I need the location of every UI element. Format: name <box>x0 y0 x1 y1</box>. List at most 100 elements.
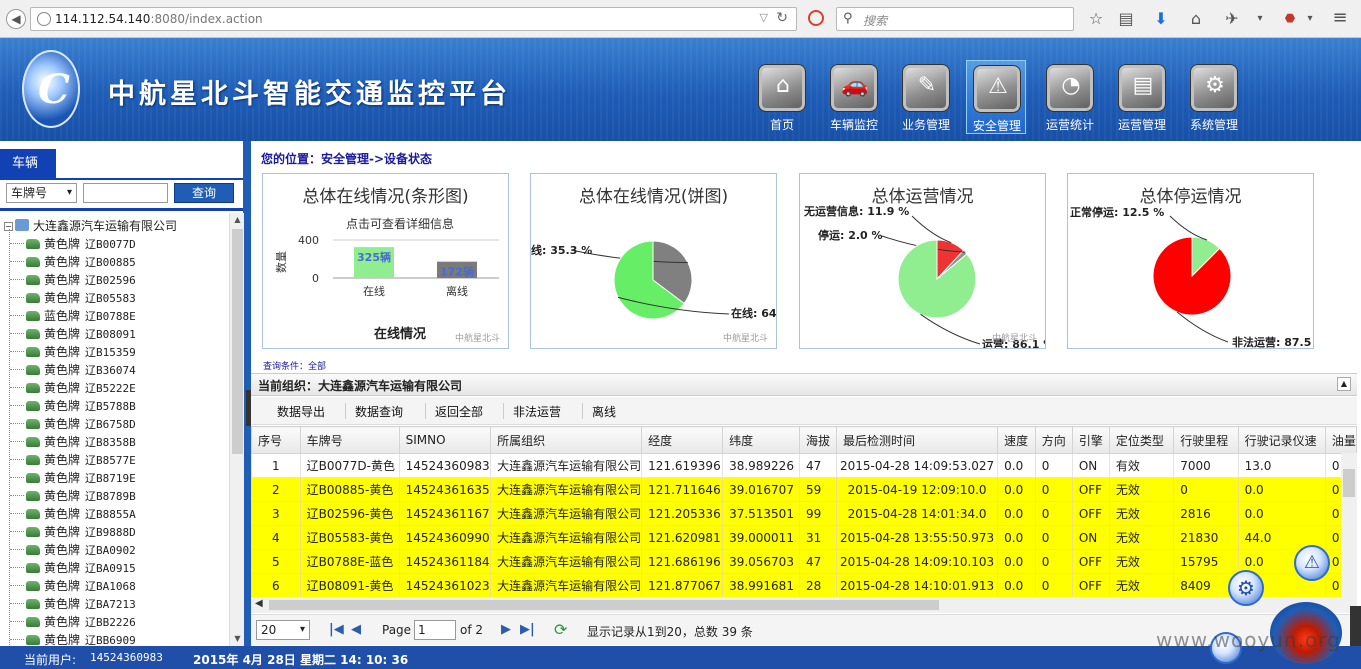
nav-item-1[interactable]: 🚗 车辆监控 <box>824 60 884 134</box>
reading-list-icon[interactable]: ▤ <box>1116 9 1136 28</box>
refresh-icon[interactable]: ⟳ <box>554 620 567 639</box>
grid-horizontal-scrollbar[interactable]: ◀ <box>251 597 1357 613</box>
tree-vehicle-item[interactable]: 黄色牌 辽B0077D <box>10 235 136 253</box>
tree-vehicle-item[interactable]: 黄色牌 辽B8855A <box>10 505 136 523</box>
tree-vehicle-item[interactable]: 蓝色牌 辽B0788E <box>10 307 136 325</box>
scroll-down-icon[interactable]: ▼ <box>230 632 245 646</box>
tree-vehicle-item[interactable]: 黄色牌 辽B5788B <box>10 397 136 415</box>
column-header[interactable]: 序号 <box>251 426 301 454</box>
tree-vehicle-item[interactable]: 黄色牌 辽B8789B <box>10 487 136 505</box>
tree-root[interactable]: − 大连鑫源汽车运输有限公司 <box>4 217 177 234</box>
nav-item-2[interactable]: ✎ 业务管理 <box>896 60 956 134</box>
scroll-thumb[interactable] <box>1343 469 1355 497</box>
bookmark-star-icon[interactable]: ☆ <box>1086 9 1106 28</box>
address-bar[interactable]: 114.112.54.140:8080/index.action ▽ ↻ <box>30 7 797 31</box>
tree-vehicle-item[interactable]: 黄色牌 辽B00885 <box>10 253 136 271</box>
reload-icon[interactable]: ↻ <box>776 10 788 26</box>
online-bar-chart[interactable]: 点击可查看详细信息 400 0 数量 325辆在线 172辆离线在线情况 <box>263 174 508 348</box>
table-row[interactable]: 4 辽B05583-黄色 14524360990 大连鑫源汽车运输有限公司 121.62… <box>251 525 1357 550</box>
column-header[interactable]: 纬度 <box>722 426 800 454</box>
scroll-thumb[interactable] <box>269 600 939 610</box>
page-number-input[interactable]: 1 <box>414 620 456 640</box>
tree-vehicle-item[interactable]: 黄色牌 辽B05583 <box>10 289 136 307</box>
toolbar-button-0[interactable]: 数据导出 <box>277 403 325 420</box>
chevron-down-icon[interactable]: ▾ <box>1250 13 1270 24</box>
column-header[interactable]: 行驶里程 <box>1173 426 1239 454</box>
scroll-thumb[interactable] <box>232 229 243 454</box>
first-page-icon[interactable]: |◀ <box>329 622 344 637</box>
online-pie-chart[interactable]: 线: 35.3 % 在线: 64. <box>531 174 776 348</box>
tree-vehicle-item[interactable]: 黄色牌 辽B8358B <box>10 433 136 451</box>
tree-vehicle-item[interactable]: 黄色牌 辽BB2226 <box>10 613 136 631</box>
nav-item-0[interactable]: ⌂ 首页 <box>752 60 812 134</box>
plate-number: 辽B15359 <box>85 346 136 359</box>
plate-search-input[interactable] <box>83 183 168 203</box>
column-header[interactable]: 引擎 <box>1071 426 1110 454</box>
column-header[interactable]: 定位类型 <box>1108 426 1175 454</box>
column-header[interactable]: 油量 <box>1324 426 1357 454</box>
column-header[interactable]: 最后检测时间 <box>836 426 999 454</box>
collapse-up-icon[interactable]: ▲ <box>1337 377 1351 391</box>
table-row[interactable]: 2 辽B00885-黄色 14524361635 大连鑫源汽车运输有限公司 121.71… <box>251 477 1357 502</box>
toolbar-button-3[interactable]: 非法运营 <box>513 403 561 420</box>
back-icon[interactable]: ◀ <box>6 9 26 29</box>
tree-vehicle-item[interactable]: 黄色牌 辽BA0902 <box>10 541 136 559</box>
tree-vehicle-item[interactable]: 黄色牌 辽BA7213 <box>10 595 136 613</box>
tree-vehicle-item[interactable]: 黄色牌 辽B8719E <box>10 469 136 487</box>
nav-item-6[interactable]: ⚙ 系统管理 <box>1184 60 1244 134</box>
grid-vertical-scrollbar[interactable] <box>1341 453 1357 597</box>
page-size-select[interactable]: 20 ▾ <box>256 620 310 640</box>
column-header[interactable]: 所属组织 <box>490 426 643 454</box>
column-header[interactable]: 经度 <box>641 426 724 454</box>
home-icon[interactable]: ⌂ <box>1186 9 1206 28</box>
menu-icon[interactable]: ≡ <box>1330 7 1350 28</box>
adblock-icon[interactable]: ⬣ <box>1280 11 1300 25</box>
filter-select[interactable]: 车牌号 ▾ <box>6 183 77 203</box>
tree-vehicle-item[interactable]: 黄色牌 辽B9888D <box>10 523 136 541</box>
table-row[interactable]: 6 辽B08091-黄色 14524361023 大连鑫源汽车运输有限公司 121.87… <box>251 573 1357 597</box>
next-page-icon[interactable]: ▶ <box>501 622 511 637</box>
stop-pie-chart[interactable]: 正常停运: 12.5 % 非法运营: 87.5 % <box>1068 174 1313 348</box>
tree-vehicle-item[interactable]: 黄色牌 辽BA0915 <box>10 559 136 577</box>
tree-vehicle-item[interactable]: 黄色牌 辽B5222E <box>10 379 136 397</box>
addon-icon[interactable] <box>808 10 824 26</box>
tree-vehicle-item[interactable]: 黄色牌 辽B02596 <box>10 271 136 289</box>
gear-icon[interactable]: ⚙ <box>1228 570 1264 606</box>
nav-item-4[interactable]: ◔ 运营统计 <box>1040 60 1100 134</box>
alert-icon[interactable]: ⚠ <box>1294 545 1330 581</box>
last-page-icon[interactable]: ▶| <box>520 622 535 637</box>
extension-icon[interactable]: ✈ <box>1222 9 1242 28</box>
table-row[interactable]: 3 辽B02596-黄色 14524361167 大连鑫源汽车运输有限公司 121.20… <box>251 501 1357 526</box>
toolbar-button-4[interactable]: 离线 <box>592 403 616 420</box>
column-header[interactable]: 海拔 <box>798 426 838 454</box>
table-row[interactable]: 1 辽B0077D-黄色 14524360983 大连鑫源汽车运输有限公司 121.61… <box>251 453 1357 478</box>
nav-item-3[interactable]: ⚠ 安全管理 <box>966 60 1026 134</box>
toolbar-button-1[interactable]: 数据查询 <box>355 403 403 420</box>
tree-scrollbar[interactable]: ▲ ▼ <box>229 213 244 646</box>
tree-vehicle-item[interactable]: 黄色牌 辽B08091 <box>10 325 136 343</box>
tree-vehicle-item[interactable]: 黄色牌 辽B36074 <box>10 361 136 379</box>
query-button[interactable]: 查询 <box>174 183 234 203</box>
prev-page-icon[interactable]: ◀ <box>351 622 361 637</box>
tree-vehicle-item[interactable]: 黄色牌 辽BA1068 <box>10 577 136 595</box>
toolbar-button-2[interactable]: 返回全部 <box>435 403 483 420</box>
table-row[interactable]: 5 辽B0788E-蓝色 14524361184 大连鑫源汽车运输有限公司 121.68… <box>251 549 1357 574</box>
column-header[interactable]: 行驶记录仪速 <box>1237 426 1326 454</box>
tree-vehicle-item[interactable]: 黄色牌 辽BB6909 <box>10 631 136 646</box>
column-header[interactable]: 方向 <box>1034 426 1073 454</box>
nav-item-5[interactable]: ▤ 运营管理 <box>1112 60 1172 134</box>
download-icon[interactable]: ⬇ <box>1151 9 1171 28</box>
tree-vehicle-item[interactable]: 黄色牌 辽B8577E <box>10 451 136 469</box>
column-header[interactable]: 速度 <box>997 426 1036 454</box>
operation-pie-chart[interactable]: 无运营信息: 11.9 %停运: 2.0 %运营: 86.1 % <box>800 174 1045 348</box>
tab-vehicles[interactable]: 车辆 <box>0 149 56 179</box>
scroll-left-icon[interactable]: ◀ <box>255 598 263 609</box>
column-header[interactable]: SIMNO <box>398 426 492 454</box>
tree-vehicle-item[interactable]: 黄色牌 辽B15359 <box>10 343 136 361</box>
tree-vehicle-item[interactable]: 黄色牌 辽B6758D <box>10 415 136 433</box>
column-header[interactable]: 车牌号 <box>299 426 400 454</box>
chevron-down-icon[interactable]: ▽ <box>760 11 768 24</box>
search-input[interactable]: ⚲ 搜索 <box>836 7 1074 31</box>
scroll-up-icon[interactable]: ▲ <box>230 213 245 227</box>
chevron-down-icon[interactable]: ▾ <box>1300 13 1320 24</box>
